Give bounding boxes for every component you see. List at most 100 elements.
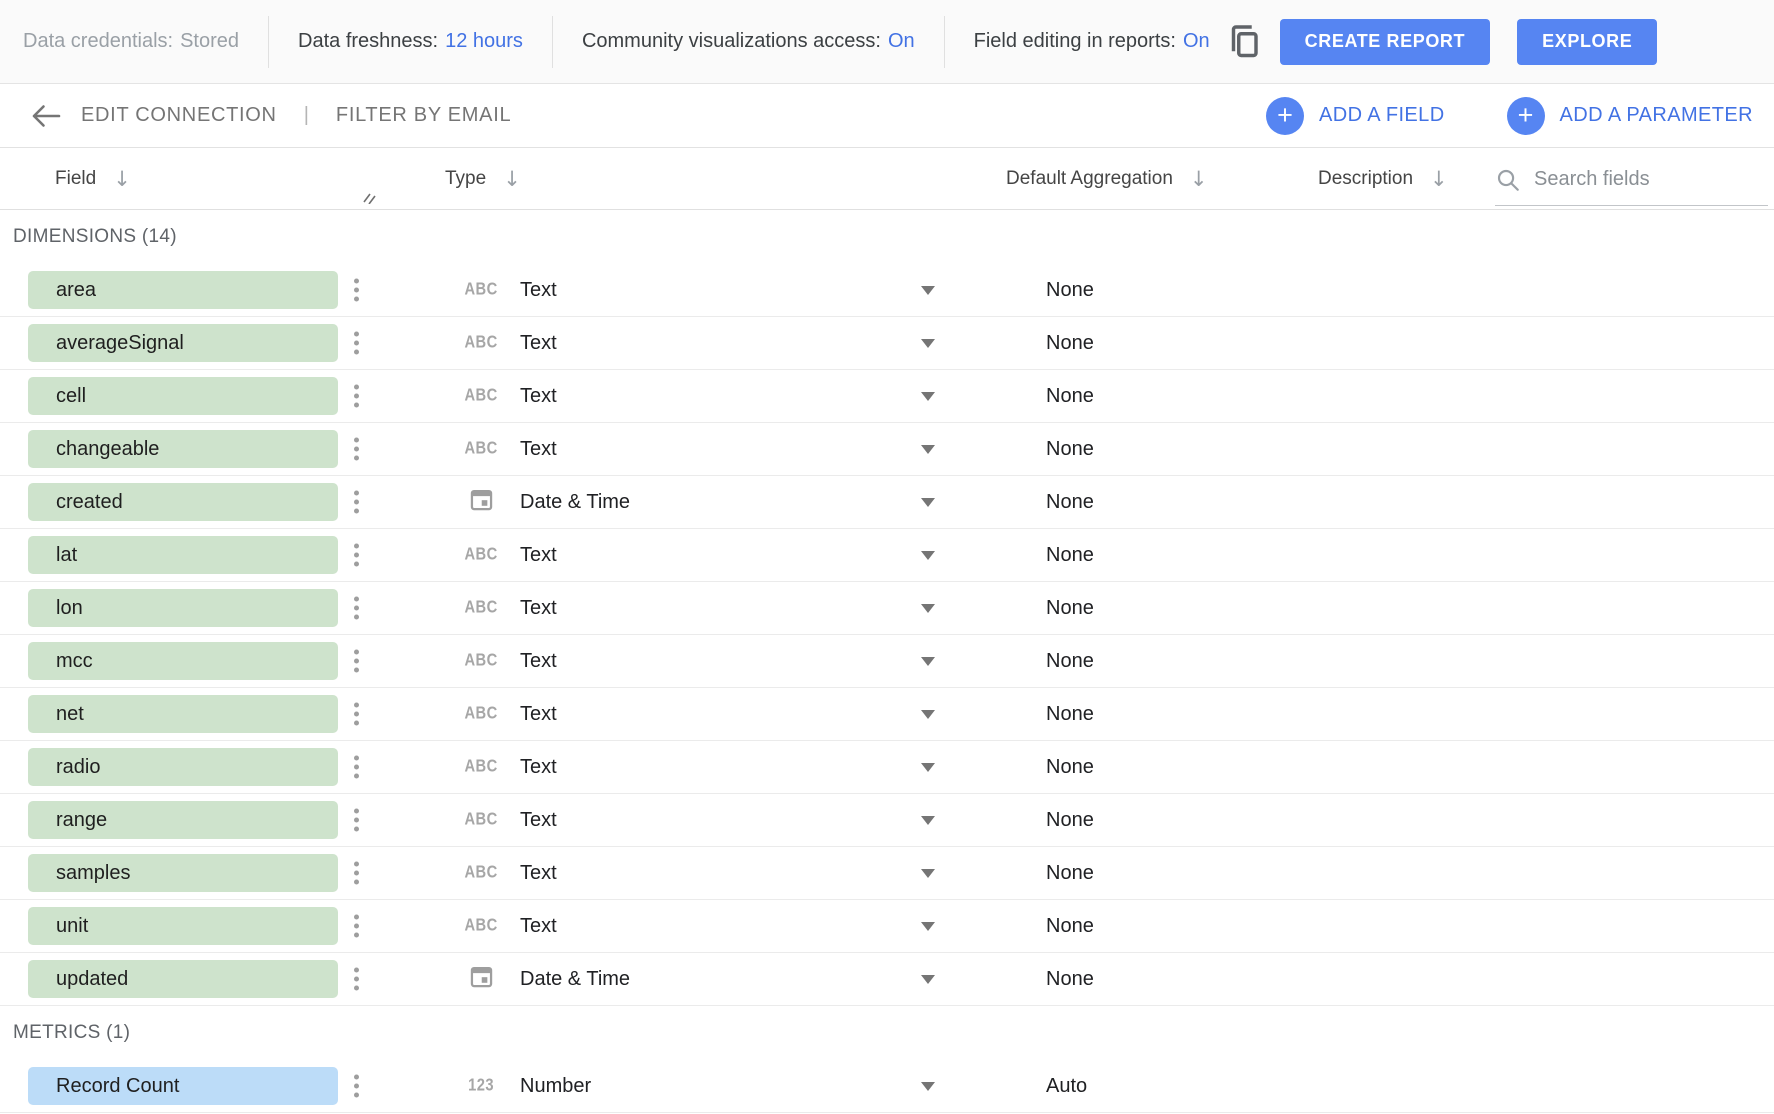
field-options-menu-icon[interactable]: [352, 330, 361, 357]
create-report-button[interactable]: CREATE REPORT: [1280, 19, 1490, 65]
type-label[interactable]: Text: [520, 370, 557, 422]
field-chip[interactable]: changeable: [28, 430, 338, 468]
field-options-menu-icon[interactable]: [352, 913, 361, 940]
aggregation-value[interactable]: None: [1046, 953, 1094, 1005]
aggregation-value[interactable]: None: [1046, 476, 1094, 528]
type-label[interactable]: Date & Time: [520, 476, 630, 528]
description-cell[interactable]: [1318, 853, 1468, 893]
search-fields-input[interactable]: [1534, 168, 1768, 191]
field-chip[interactable]: net: [28, 695, 338, 733]
type-dropdown-arrow[interactable]: [921, 286, 935, 295]
description-cell[interactable]: [1318, 270, 1468, 310]
type-dropdown-arrow[interactable]: [921, 498, 935, 507]
column-header-field[interactable]: Field ↓: [55, 148, 131, 210]
field-chip[interactable]: cell: [28, 377, 338, 415]
edit-connection-button[interactable]: EDIT CONNECTION: [81, 104, 277, 127]
type-dropdown-arrow[interactable]: [921, 551, 935, 560]
type-label[interactable]: Text: [520, 794, 557, 846]
description-cell[interactable]: [1318, 906, 1468, 946]
type-label[interactable]: Text: [520, 582, 557, 634]
type-dropdown-arrow[interactable]: [921, 763, 935, 772]
field-options-menu-icon[interactable]: [352, 860, 361, 887]
type-label[interactable]: Text: [520, 688, 557, 740]
aggregation-value[interactable]: None: [1046, 794, 1094, 846]
field-options-menu-icon[interactable]: [352, 701, 361, 728]
field-options-menu-icon[interactable]: [352, 542, 361, 569]
description-cell[interactable]: [1318, 800, 1468, 840]
field-chip[interactable]: updated: [28, 960, 338, 998]
aggregation-value[interactable]: None: [1046, 264, 1094, 316]
type-dropdown-arrow[interactable]: [921, 975, 935, 984]
column-resize-handle[interactable]: [362, 188, 377, 210]
aggregation-value[interactable]: Auto: [1046, 1060, 1087, 1112]
type-label[interactable]: Text: [520, 635, 557, 687]
type-label[interactable]: Text: [520, 900, 557, 952]
field-chip[interactable]: unit: [28, 907, 338, 945]
aggregation-value[interactable]: None: [1046, 423, 1094, 475]
type-dropdown-arrow[interactable]: [921, 816, 935, 825]
description-cell[interactable]: [1318, 323, 1468, 363]
column-header-type[interactable]: Type ↓: [445, 148, 521, 210]
field-options-menu-icon[interactable]: [352, 277, 361, 304]
type-dropdown-arrow[interactable]: [921, 710, 935, 719]
description-cell[interactable]: [1318, 429, 1468, 469]
type-dropdown-arrow[interactable]: [921, 445, 935, 454]
field-chip[interactable]: Record Count: [28, 1067, 338, 1105]
field-options-menu-icon[interactable]: [352, 1073, 361, 1100]
data-credentials-value[interactable]: Stored: [180, 30, 239, 53]
description-cell[interactable]: [1318, 641, 1468, 681]
description-cell[interactable]: [1318, 959, 1468, 999]
description-cell[interactable]: [1318, 1066, 1468, 1106]
back-arrow-icon[interactable]: [30, 102, 62, 130]
description-cell[interactable]: [1318, 694, 1468, 734]
aggregation-value[interactable]: None: [1046, 317, 1094, 369]
data-freshness-value[interactable]: 12 hours: [445, 30, 523, 53]
field-options-menu-icon[interactable]: [352, 966, 361, 993]
field-chip[interactable]: averageSignal: [28, 324, 338, 362]
aggregation-value[interactable]: None: [1046, 900, 1094, 952]
field-options-menu-icon[interactable]: [352, 807, 361, 834]
field-chip[interactable]: radio: [28, 748, 338, 786]
field-chip[interactable]: lon: [28, 589, 338, 627]
field-options-menu-icon[interactable]: [352, 436, 361, 463]
description-cell[interactable]: [1318, 535, 1468, 575]
field-options-menu-icon[interactable]: [352, 383, 361, 410]
type-dropdown-arrow[interactable]: [921, 392, 935, 401]
field-options-menu-icon[interactable]: [352, 754, 361, 781]
description-cell[interactable]: [1318, 482, 1468, 522]
type-dropdown-arrow[interactable]: [921, 604, 935, 613]
type-label[interactable]: Text: [520, 741, 557, 793]
filter-by-email-button[interactable]: FILTER BY EMAIL: [336, 104, 511, 127]
type-dropdown-arrow[interactable]: [921, 869, 935, 878]
explore-button[interactable]: EXPLORE: [1517, 19, 1657, 65]
field-chip[interactable]: lat: [28, 536, 338, 574]
aggregation-value[interactable]: None: [1046, 370, 1094, 422]
type-label[interactable]: Text: [520, 847, 557, 899]
column-header-aggregation[interactable]: Default Aggregation ↓: [1006, 148, 1208, 210]
field-chip[interactable]: mcc: [28, 642, 338, 680]
description-cell[interactable]: [1318, 376, 1468, 416]
type-dropdown-arrow[interactable]: [921, 922, 935, 931]
copy-icon[interactable]: [1226, 22, 1262, 62]
field-chip[interactable]: samples: [28, 854, 338, 892]
type-label[interactable]: Text: [520, 317, 557, 369]
field-editing-value[interactable]: On: [1183, 30, 1210, 53]
add-a-parameter-button[interactable]: + ADD A PARAMETER: [1507, 97, 1753, 135]
description-cell[interactable]: [1318, 588, 1468, 628]
aggregation-value[interactable]: None: [1046, 688, 1094, 740]
field-options-menu-icon[interactable]: [352, 648, 361, 675]
community-visualizations-value[interactable]: On: [888, 30, 915, 53]
aggregation-value[interactable]: None: [1046, 635, 1094, 687]
type-label[interactable]: Number: [520, 1060, 591, 1112]
aggregation-value[interactable]: None: [1046, 741, 1094, 793]
type-label[interactable]: Text: [520, 264, 557, 316]
field-options-menu-icon[interactable]: [352, 595, 361, 622]
aggregation-value[interactable]: None: [1046, 529, 1094, 581]
column-header-description[interactable]: Description ↓: [1318, 148, 1448, 210]
description-cell[interactable]: [1318, 747, 1468, 787]
type-dropdown-arrow[interactable]: [921, 1082, 935, 1091]
field-chip[interactable]: created: [28, 483, 338, 521]
aggregation-value[interactable]: None: [1046, 582, 1094, 634]
field-options-menu-icon[interactable]: [352, 489, 361, 516]
type-label[interactable]: Text: [520, 529, 557, 581]
